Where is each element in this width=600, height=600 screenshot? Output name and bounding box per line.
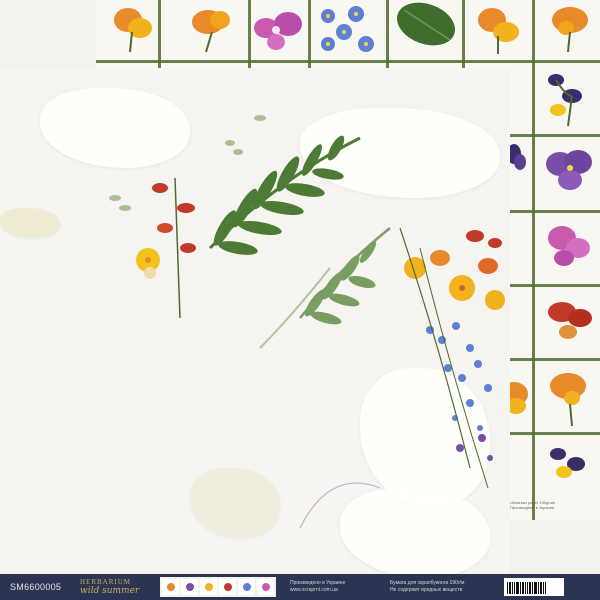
- orange-pansy-icon: [550, 373, 586, 427]
- safety-text: Не содержит вредных веществ: [390, 587, 463, 593]
- fern-frond-icon: [299, 227, 391, 325]
- thumbnail: [162, 579, 179, 595]
- pink-violet-icon: [548, 226, 590, 266]
- thumbnail: [219, 579, 236, 595]
- flower-thumbnail-icon: [223, 583, 232, 591]
- red-flower-icon: [152, 177, 196, 319]
- pale-flower-icon: [144, 267, 156, 279]
- fern-frond-icon: [259, 267, 331, 349]
- manufacturer-info: Произведено в Украине www.scraprnt.com.u…: [290, 580, 382, 594]
- flower-thumbnail-icon: [261, 583, 270, 591]
- paper-weight-text: Бумага для скрапбукинга 190г/м: [390, 580, 465, 586]
- purple-bud-icon: [550, 448, 585, 478]
- thumbnail: [200, 579, 217, 595]
- thumbnail: [238, 579, 255, 595]
- flower-thumbnail-icon: [242, 583, 251, 591]
- pink-violet-icon: [254, 12, 302, 50]
- back-footer-text: Произведено в Украине: [510, 505, 555, 510]
- made-in-text: Произведено в Украине: [290, 580, 346, 586]
- front-paper-sheet: [0, 68, 510, 600]
- forget-me-not-icon: [321, 6, 374, 52]
- brand-logo: HERBARIUM wild summer: [80, 578, 160, 596]
- red-flower-icon: [466, 230, 502, 248]
- orange-pansy-icon: [478, 8, 519, 54]
- collection-thumbnails: [160, 577, 276, 597]
- purple-bud-icon: [548, 74, 582, 127]
- flower-thumbnail-icon: [185, 583, 194, 591]
- small-leaf-icon: [109, 115, 266, 211]
- paper-info: Бумага для скрапбукинга 190г/м Не содерж…: [390, 580, 500, 594]
- orange-pansy-icon: [552, 7, 588, 53]
- fern-frond-icon: [208, 135, 361, 255]
- purple-bud-icon: [456, 434, 493, 461]
- thumbnail: [257, 579, 274, 595]
- website-text: www.scraprnt.com.ua: [290, 587, 338, 593]
- barcode-icon: [504, 578, 564, 596]
- flower-thumbnail-icon: [204, 583, 213, 591]
- product-sku: SM6600005: [10, 582, 62, 592]
- thumbnail: [181, 579, 198, 595]
- forget-me-not-icon: [426, 322, 492, 431]
- purple-violet-icon: [546, 150, 592, 190]
- orange-flower-icon: [430, 250, 498, 274]
- green-leaf-icon: [396, 2, 456, 46]
- orange-pansy-icon: [114, 8, 152, 53]
- product-info-bar: SM6600005 HERBARIUM wild summer Произвед…: [0, 574, 600, 600]
- collection-name: wild summer: [80, 586, 140, 596]
- back-sheet-footer: Ukrainian paper 190gram Произведено в Ук…: [510, 500, 600, 520]
- grid-stem-line: [96, 60, 600, 63]
- orange-pansy-icon: [192, 10, 230, 53]
- botanical-arrangement: [109, 115, 505, 529]
- red-flower-icon: [548, 302, 592, 339]
- grid-stem-line: [532, 0, 535, 520]
- flower-thumbnail-icon: [166, 583, 175, 591]
